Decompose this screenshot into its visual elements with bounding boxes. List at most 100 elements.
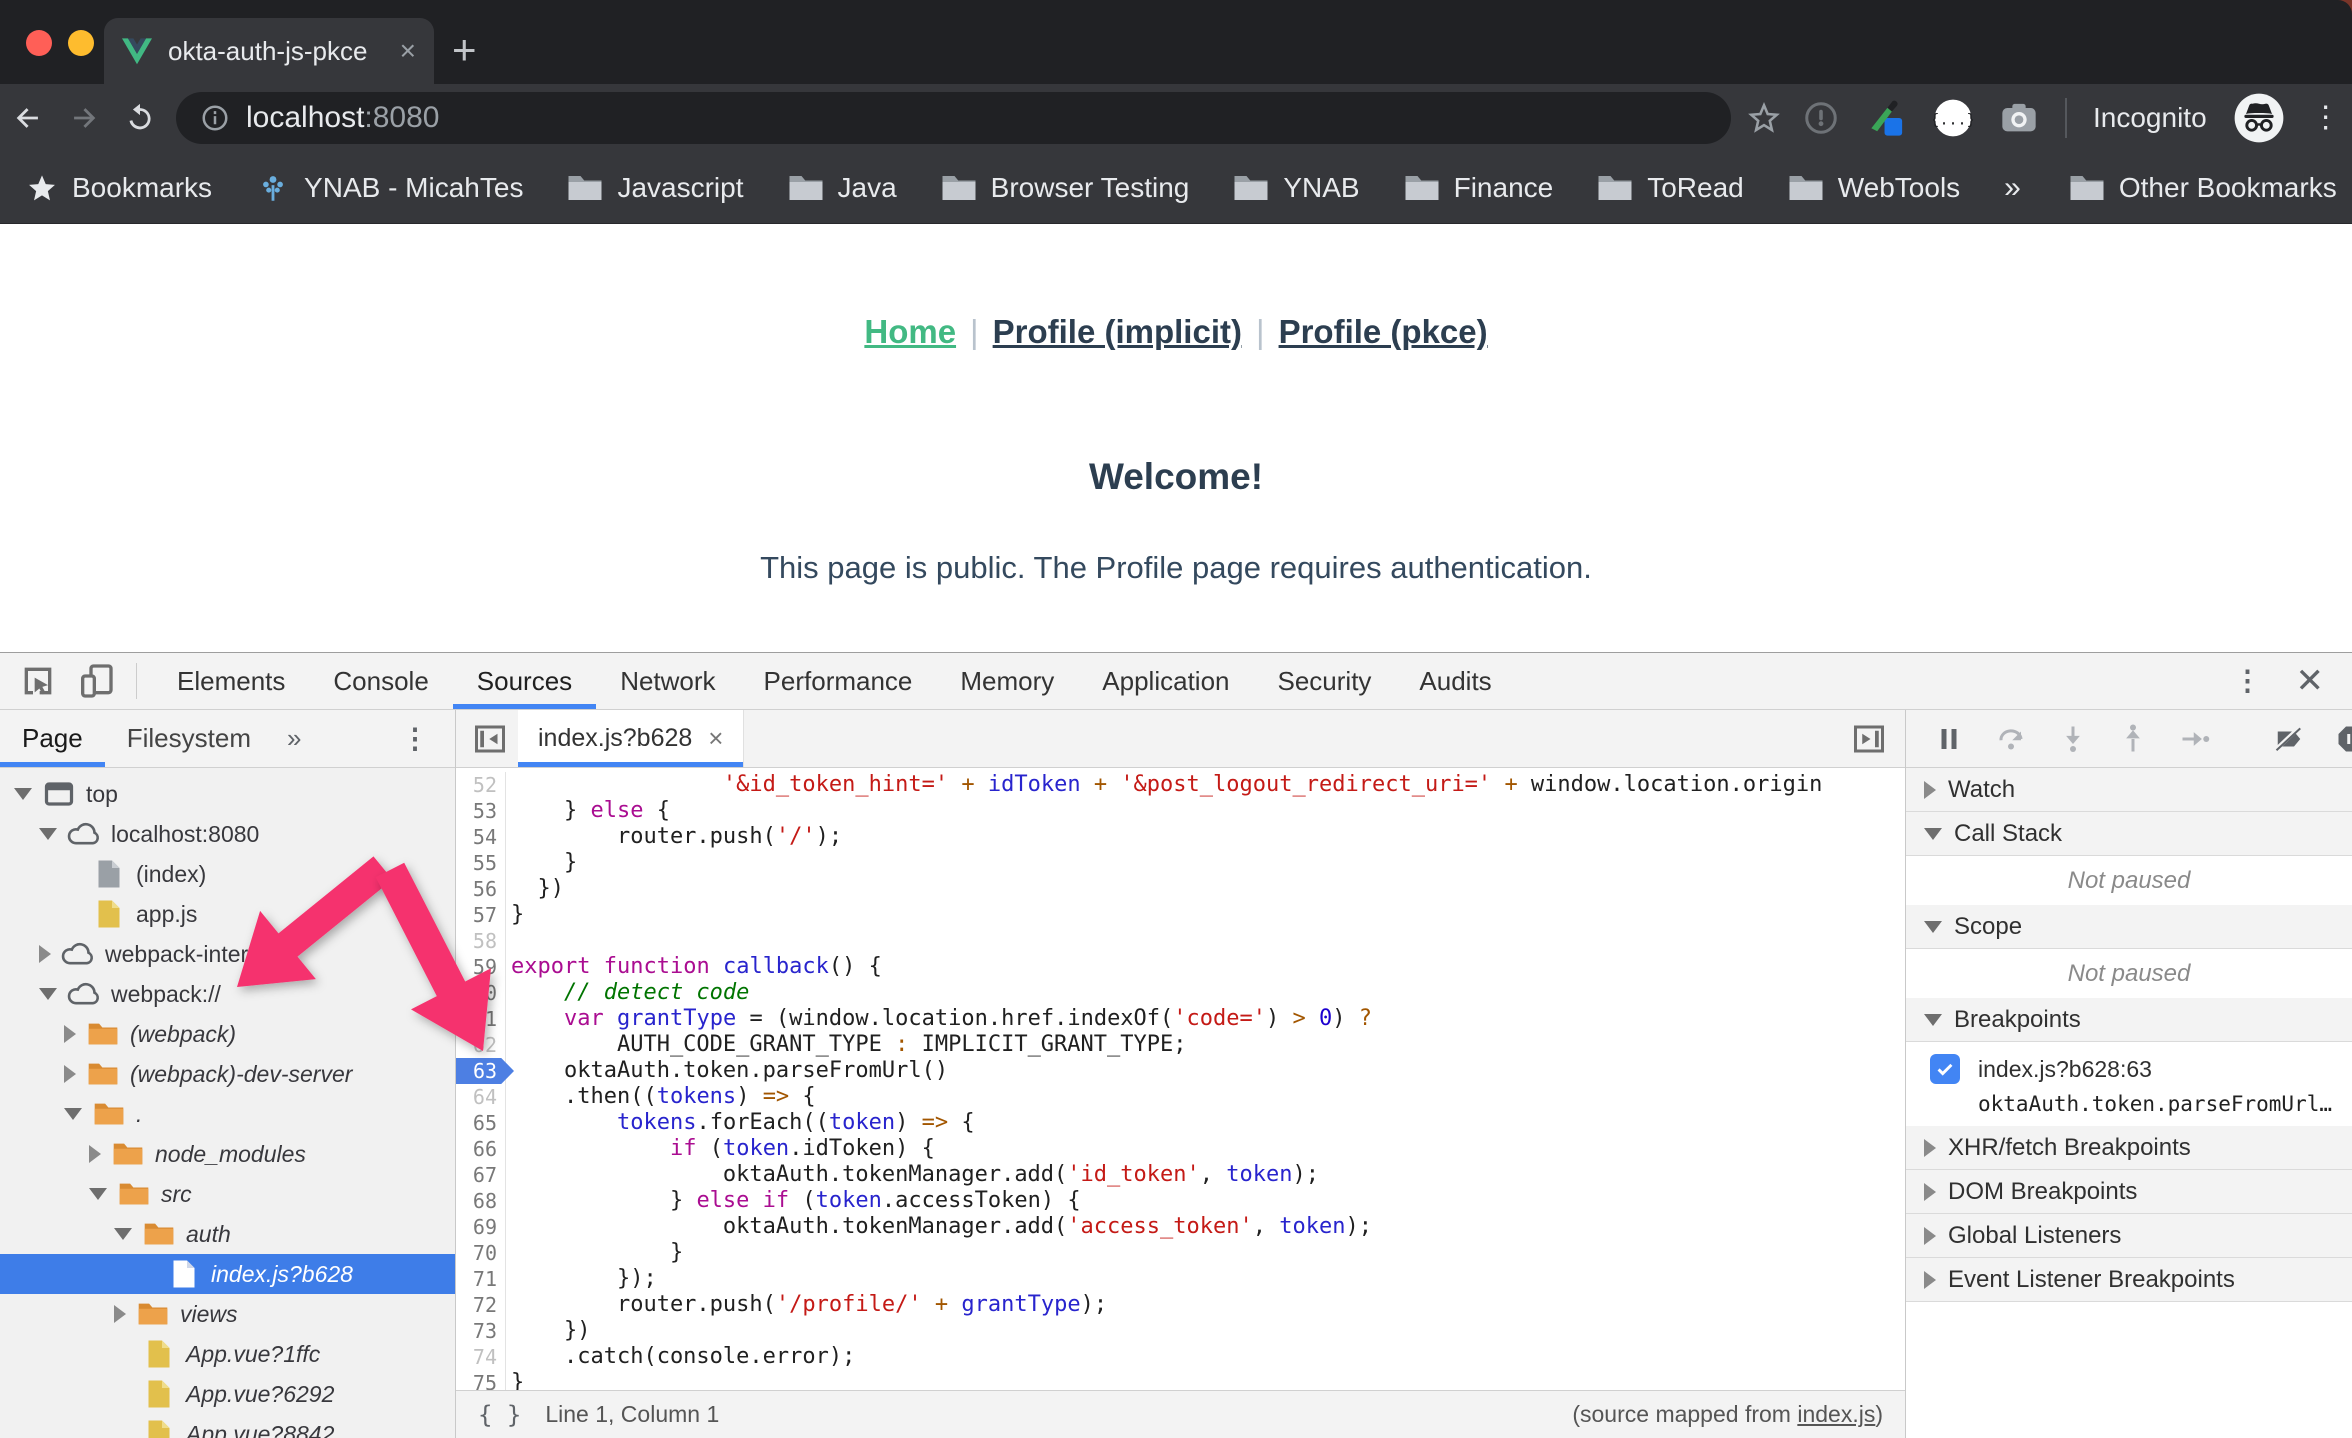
inspect-element-icon[interactable] <box>18 661 58 701</box>
closed-disclosure-icon[interactable] <box>1924 1227 1936 1245</box>
navigator-menu-icon[interactable]: ⋮ <box>401 734 455 744</box>
pause-on-exceptions-icon[interactable] <box>2336 724 2352 754</box>
code-line[interactable]: } <box>506 902 1905 928</box>
devtools-tab-audits[interactable]: Audits <box>1395 653 1515 709</box>
closed-disclosure-icon[interactable] <box>64 1065 76 1083</box>
open-disclosure-icon[interactable] <box>39 988 57 1000</box>
page-info-icon[interactable] <box>200 103 230 133</box>
source-map-link[interactable]: index.js <box>1797 1401 1875 1427</box>
tree-item[interactable]: views <box>0 1294 455 1334</box>
code-line[interactable]: oktaAuth.tokenManager.add('id_token', to… <box>506 1162 1905 1188</box>
tree-item[interactable]: . <box>0 1094 455 1134</box>
line-number[interactable]: 54 <box>456 824 505 850</box>
code-line[interactable]: router.push('/profile/' + grantType); <box>506 1292 1905 1318</box>
tab-close-icon[interactable]: × <box>400 35 416 67</box>
section-header-dom-breakpoints[interactable]: DOM Breakpoints <box>1906 1170 2352 1214</box>
bookmark-item[interactable]: WebTools <box>1788 172 1960 204</box>
devtools-close-icon[interactable]: ✕ <box>2296 661 2325 701</box>
line-number[interactable]: 74 <box>456 1344 505 1370</box>
open-disclosure-icon[interactable] <box>89 1188 107 1200</box>
line-number[interactable]: 71 <box>456 1266 505 1292</box>
pretty-print-icon[interactable]: { } <box>478 1401 521 1429</box>
closed-disclosure-icon[interactable] <box>1924 1139 1936 1157</box>
extension-camera-icon[interactable] <box>1999 98 2039 138</box>
bookmark-item[interactable]: Bookmarks <box>26 172 212 204</box>
line-number[interactable]: 61 <box>456 1006 505 1032</box>
bookmark-item[interactable]: YNAB - MicahTes <box>256 171 523 205</box>
nav-link-home[interactable]: Home <box>864 313 956 350</box>
step-out-icon[interactable] <box>2118 724 2148 754</box>
extension-braces-icon[interactable]: {...} <box>1933 98 1973 138</box>
extension-1password-icon[interactable] <box>1803 100 1839 136</box>
tree-item[interactable]: (index) <box>0 854 455 894</box>
line-number[interactable]: 56 <box>456 876 505 902</box>
line-number[interactable]: 58 <box>456 928 505 954</box>
editor-file-tab[interactable]: index.js?b628 × <box>518 710 744 767</box>
open-disclosure-icon[interactable] <box>1924 1014 1942 1026</box>
show-debugger-panel-icon[interactable] <box>1851 721 1905 757</box>
section-header-global-listeners[interactable]: Global Listeners <box>1906 1214 2352 1258</box>
line-number[interactable]: 67 <box>456 1162 505 1188</box>
closed-disclosure-icon[interactable] <box>39 945 51 963</box>
navigator-tab-filesystem[interactable]: Filesystem <box>105 710 273 767</box>
step-icon[interactable] <box>2178 724 2212 754</box>
open-disclosure-icon[interactable] <box>1924 828 1942 840</box>
line-number[interactable]: 66 <box>456 1136 505 1162</box>
code-line[interactable]: .catch(console.error); <box>506 1344 1905 1370</box>
bookmark-item[interactable]: Javascript <box>567 172 743 204</box>
code-line[interactable]: router.push('/'); <box>506 824 1905 850</box>
code-line[interactable]: } <box>506 850 1905 876</box>
section-header-event-listener-breakpoints[interactable]: Event Listener Breakpoints <box>1906 1258 2352 1302</box>
bookmark-item[interactable]: Finance <box>1404 172 1554 204</box>
tree-item[interactable]: localhost:8080 <box>0 814 455 854</box>
line-number[interactable]: 60 <box>456 980 505 1006</box>
tree-item[interactable]: App.vue?8842 <box>0 1414 455 1438</box>
line-number[interactable]: 70 <box>456 1240 505 1266</box>
closed-disclosure-icon[interactable] <box>1924 1271 1936 1289</box>
code-line[interactable]: } <box>506 1240 1905 1266</box>
code-line[interactable]: '&id_token_hint=' + idToken + '&post_log… <box>506 772 1905 798</box>
code-line[interactable]: var grantType = (window.location.href.in… <box>506 1006 1905 1032</box>
tree-item[interactable]: webpack:// <box>0 974 455 1014</box>
tree-item[interactable]: index.js?b628 <box>0 1254 455 1294</box>
code-line[interactable]: // detect code <box>506 980 1905 1006</box>
bookmark-item[interactable]: ToRead <box>1597 172 1744 204</box>
code-line[interactable]: oktaAuth.token.parseFromUrl() <box>506 1058 1905 1084</box>
section-header-watch[interactable]: Watch <box>1906 768 2352 812</box>
url-bar[interactable]: localhost:8080 <box>176 92 1731 144</box>
devtools-tab-security[interactable]: Security <box>1254 653 1396 709</box>
devtools-tab-network[interactable]: Network <box>596 653 739 709</box>
line-number[interactable]: 68 <box>456 1188 505 1214</box>
tree-item[interactable]: auth <box>0 1214 455 1254</box>
device-toolbar-icon[interactable] <box>76 661 116 701</box>
back-icon[interactable] <box>0 101 56 135</box>
code-line[interactable]: if (token.idToken) { <box>506 1136 1905 1162</box>
line-number[interactable]: 52 <box>456 772 505 798</box>
line-number[interactable]: 59 <box>456 954 505 980</box>
line-number[interactable]: 69 <box>456 1214 505 1240</box>
section-header-xhr-fetch-breakpoints[interactable]: XHR/fetch Breakpoints <box>1906 1126 2352 1170</box>
open-disclosure-icon[interactable] <box>14 788 32 800</box>
code-line[interactable]: tokens.forEach((token) => { <box>506 1110 1905 1136</box>
tree-item[interactable]: top <box>0 774 455 814</box>
devtools-tab-memory[interactable]: Memory <box>936 653 1078 709</box>
code-line[interactable]: export function callback() { <box>506 954 1905 980</box>
navigator-tab-page[interactable]: Page <box>0 710 105 767</box>
breakpoint-entry[interactable]: index.js?b628:63oktaAuth.token.parseFrom… <box>1906 1042 2352 1126</box>
closed-disclosure-icon[interactable] <box>114 1305 126 1323</box>
open-disclosure-icon[interactable] <box>39 828 57 840</box>
line-number[interactable]: 57 <box>456 902 505 928</box>
bookmark-star-icon[interactable] <box>1747 101 1781 135</box>
editor-tab-close-icon[interactable]: × <box>708 723 723 754</box>
line-number[interactable]: 62 <box>456 1032 505 1058</box>
code-line[interactable]: AUTH_CODE_GRANT_TYPE : IMPLICIT_GRANT_TY… <box>506 1032 1905 1058</box>
open-disclosure-icon[interactable] <box>1924 921 1942 933</box>
code-line[interactable]: oktaAuth.tokenManager.add('access_token'… <box>506 1214 1905 1240</box>
line-number[interactable]: 73 <box>456 1318 505 1344</box>
tree-item[interactable]: app.js <box>0 894 455 934</box>
tree-item[interactable]: (webpack)-dev-server <box>0 1054 455 1094</box>
browser-menu-icon[interactable]: ⋮ <box>2311 112 2341 124</box>
nav-link-profile[interactable]: Profile (implicit) <box>993 313 1242 350</box>
nav-link-profile[interactable]: Profile (pkce) <box>1279 313 1488 350</box>
open-disclosure-icon[interactable] <box>64 1108 82 1120</box>
